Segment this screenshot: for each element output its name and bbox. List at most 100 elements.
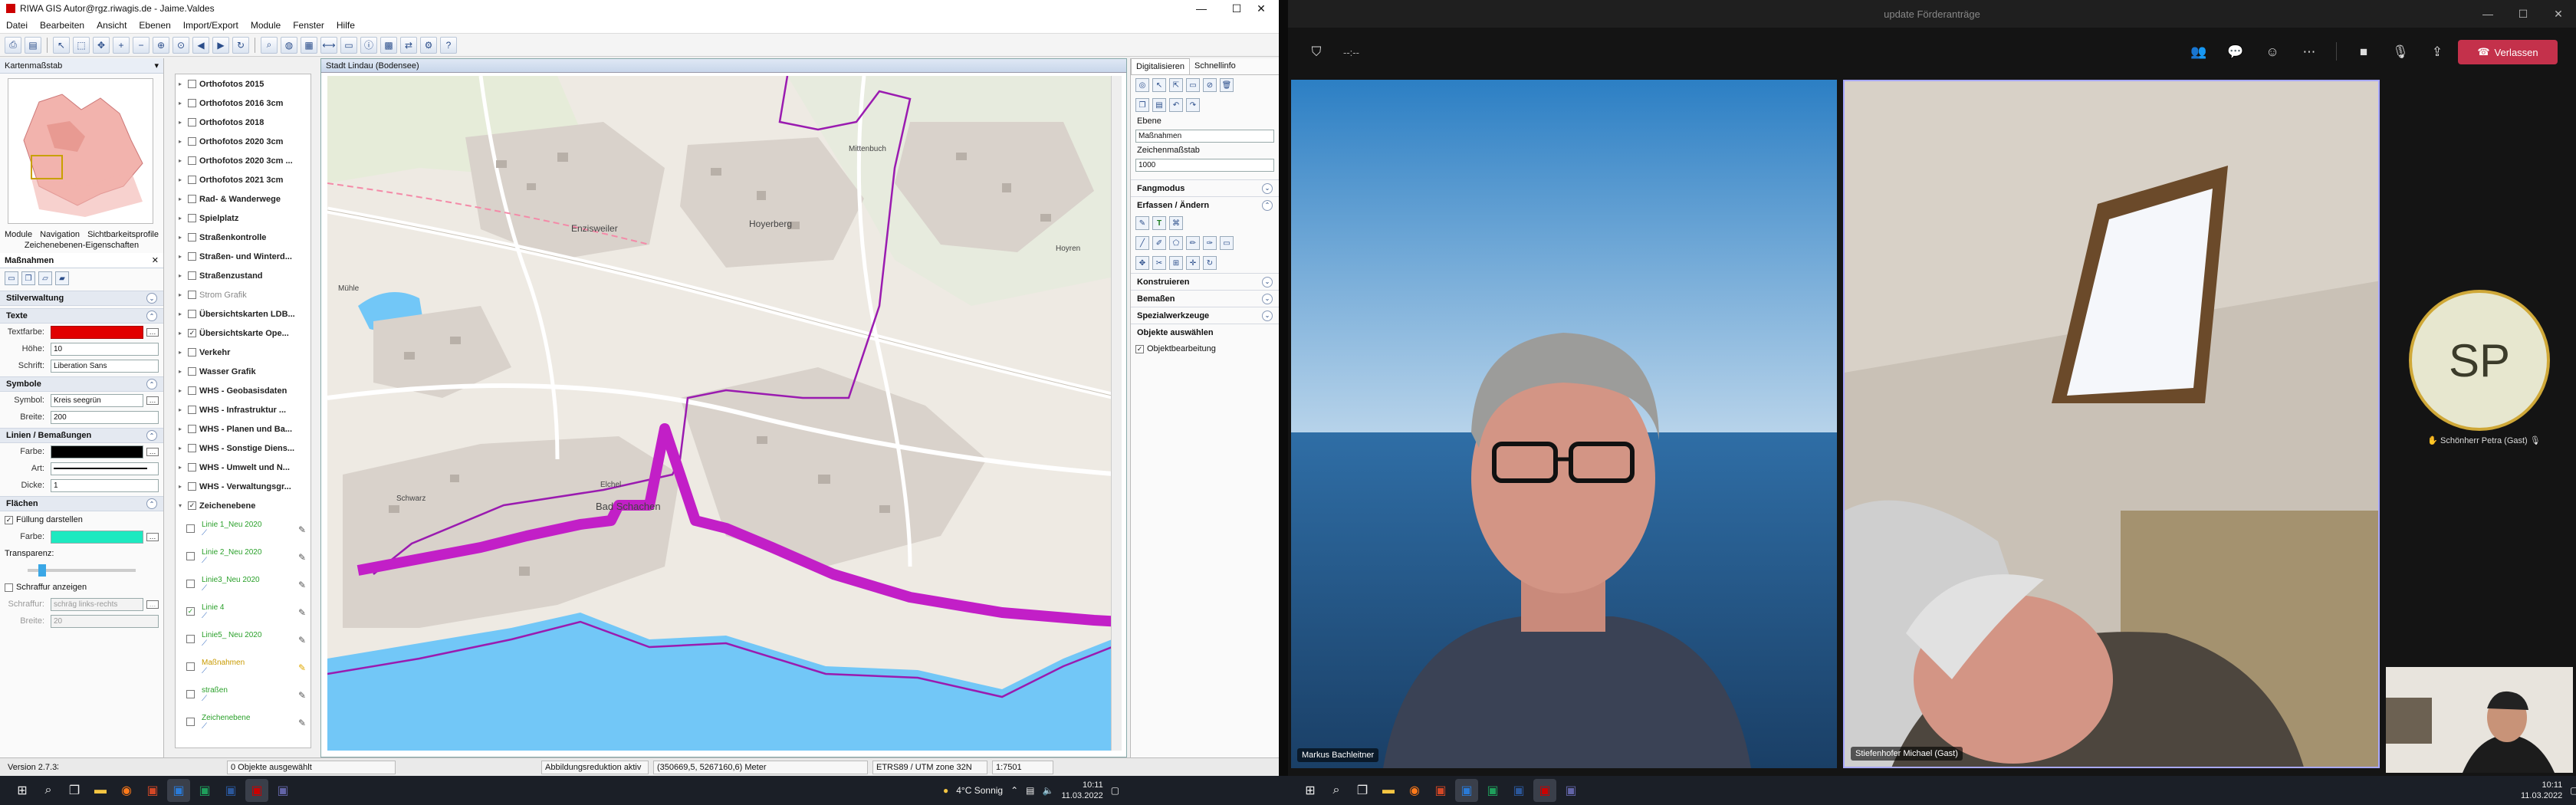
pan-icon[interactable]: ✥ — [93, 36, 110, 54]
layer-checkbox[interactable] — [188, 425, 196, 433]
tab-navigation[interactable]: Navigation — [40, 230, 80, 239]
search-icon[interactable]: ⌕ — [37, 779, 60, 802]
zoom-full-icon[interactable]: ⊙ — [172, 36, 189, 54]
task-view-icon[interactable]: ❐ — [1351, 779, 1374, 802]
riwa-gis-icon[interactable]: ▣ — [1533, 779, 1556, 802]
select-arrow-icon[interactable]: ↖ — [1152, 78, 1166, 92]
section-flaechen[interactable]: Flächen ⌃ — [0, 496, 163, 511]
overview-map[interactable] — [8, 78, 153, 224]
sub-layer-checkbox[interactable] — [186, 690, 195, 698]
layer-item[interactable]: ▸ Orthofotos 2018 — [176, 113, 310, 132]
object-edit-checkbox[interactable]: ✓ — [1135, 344, 1144, 353]
ruler-icon[interactable]: ▭ — [340, 36, 357, 54]
settings-icon[interactable]: ⚙ — [420, 36, 437, 54]
chevron-up-icon[interactable]: ⌃ — [146, 310, 157, 321]
edit-pencil-icon[interactable]: ✎ — [298, 662, 306, 673]
section-objekte-auswaehlen[interactable]: Objekte auswählen — [1131, 324, 1279, 340]
chevron-up-icon[interactable]: ⌃ — [146, 498, 157, 509]
expand-right-icon[interactable]: ▸ — [179, 272, 185, 279]
delete-icon[interactable]: 🗑 — [1220, 78, 1234, 92]
expand-right-icon[interactable]: ▸ — [179, 253, 185, 260]
chevron-down-icon[interactable]: ⌄ — [1262, 276, 1273, 288]
layer-checkbox[interactable] — [188, 137, 196, 146]
layer-checkbox[interactable] — [188, 214, 196, 222]
outlook-icon[interactable]: ▣ — [1455, 779, 1478, 802]
participants-icon[interactable]: 👥 — [2189, 42, 2209, 62]
symbol-select[interactable]: Kreis seegrün — [51, 393, 143, 407]
deselect-icon[interactable]: ⊘ — [1203, 78, 1217, 92]
share-screen-icon[interactable]: ⇪ — [2427, 42, 2447, 62]
firefox-icon[interactable]: ◉ — [115, 779, 138, 802]
expand-right-icon[interactable]: ▸ — [179, 138, 185, 145]
participant-tile-2[interactable]: Stiefenhofer Michael (Gast) — [1843, 80, 2380, 768]
status-scale[interactable]: 1:7501 — [992, 760, 1053, 774]
refresh-icon[interactable]: ↻ — [232, 36, 249, 54]
expand-right-icon[interactable]: ▸ — [179, 445, 185, 452]
menu-ansicht[interactable]: Ansicht — [97, 20, 127, 31]
layer-checkbox[interactable] — [188, 233, 196, 242]
menu-module[interactable]: Module — [251, 20, 281, 31]
layer-checkbox[interactable] — [188, 271, 196, 280]
expand-right-icon[interactable]: ▸ — [179, 349, 185, 356]
tab-digitalisieren[interactable]: Digitalisieren — [1131, 58, 1190, 74]
color-picker-button[interactable]: … — [146, 327, 159, 337]
chevron-up-icon[interactable]: ⌃ — [1262, 199, 1273, 211]
expand-right-icon[interactable]: ▸ — [179, 291, 185, 298]
layer-checkbox[interactable] — [188, 80, 196, 88]
expand-right-icon[interactable]: ▸ — [179, 426, 185, 432]
rotate-icon[interactable]: ↻ — [1203, 256, 1217, 270]
chat-icon[interactable]: 💬 — [2226, 42, 2246, 62]
word-icon[interactable]: ▣ — [219, 779, 242, 802]
sub-layer-item[interactable]: Linie 1_Neu 2020 ⟋ ✎ — [176, 515, 310, 543]
windows-start-icon[interactable]: ⊞ — [1299, 779, 1322, 802]
sub-layer-item[interactable]: Linie 2_Neu 2020 ⟋ ✎ — [176, 543, 310, 570]
layer-item[interactable]: ▸ ✓ Übersichtskarte Ope... — [176, 324, 310, 343]
tab-module[interactable]: Module — [5, 230, 32, 239]
layer-item[interactable]: ▸ WHS - Infrastruktur ... — [176, 400, 310, 419]
print-icon[interactable]: ⎙ — [5, 36, 21, 54]
layer-item[interactable]: ▸ Strom Grafik — [176, 285, 310, 304]
layer-item[interactable]: ▸ WHS - Umwelt und N... — [176, 458, 310, 477]
map-canvas[interactable]: Enzisweiler Hoyerberg Mittenbuch Hoyren … — [327, 76, 1122, 751]
outlook-icon[interactable]: ▣ — [167, 779, 190, 802]
edit-vertex-icon[interactable]: ✑ — [1203, 236, 1217, 250]
layer-item[interactable]: ▸ Straßenzustand — [176, 266, 310, 285]
chevron-down-icon[interactable]: ⌄ — [1262, 310, 1273, 321]
avatar[interactable]: SP — [2409, 290, 2550, 431]
pointer-icon[interactable]: ↖ — [53, 36, 70, 54]
forward-icon[interactable]: ▶ — [212, 36, 229, 54]
comment-style-icon[interactable]: ▱ — [38, 271, 52, 285]
clock-left[interactable]: 10:11 11.03.2022 — [1061, 780, 1102, 801]
riwa-gis-icon[interactable]: ▣ — [245, 779, 268, 802]
sub-layer-item[interactable]: Maßnahmen ⟋ ✎ — [176, 653, 310, 681]
layer-checkbox[interactable] — [188, 463, 196, 472]
mic-off-icon[interactable]: 🎙 — [2390, 42, 2410, 62]
slider-thumb[interactable] — [38, 564, 47, 577]
close-panel-icon[interactable]: ✕ — [152, 255, 159, 265]
undo-icon[interactable]: ↶ — [1169, 98, 1183, 112]
menu-bearbeiten[interactable]: Bearbeiten — [40, 20, 84, 31]
expand-right-icon[interactable]: ▸ — [179, 157, 185, 164]
edit-polygon-icon[interactable]: ✏ — [1186, 236, 1200, 250]
section-konstruieren[interactable]: Konstruieren ⌄ — [1131, 273, 1279, 290]
layer-checkbox[interactable] — [188, 118, 196, 127]
save-icon[interactable]: ▤ — [25, 36, 41, 54]
edit-pencil-icon[interactable]: ✎ — [298, 524, 306, 535]
delete-style-icon[interactable]: ▰ — [55, 271, 69, 285]
teams-icon[interactable]: ▣ — [1559, 779, 1582, 802]
edit-pencil-icon[interactable]: ✎ — [298, 718, 306, 728]
chevron-down-icon[interactable]: ▾ — [154, 61, 159, 71]
close-icon[interactable]: ✕ — [2541, 0, 2576, 28]
word-icon[interactable]: ▣ — [1507, 779, 1530, 802]
minimize-icon[interactable]: — — [1184, 0, 1219, 17]
map-scale-header[interactable]: Kartenmaßstab ▾ — [0, 58, 163, 74]
multi-select-icon[interactable]: ⇱ — [1169, 78, 1183, 92]
layer-item[interactable]: ▸ WHS - Sonstige Diens... — [176, 439, 310, 458]
map-scrollbar[interactable] — [1111, 76, 1122, 751]
expand-right-icon[interactable]: ▸ — [179, 215, 185, 222]
camera-icon[interactable]: ■ — [2354, 42, 2374, 62]
firefox-icon[interactable]: ◉ — [1403, 779, 1426, 802]
sub-layer-checkbox[interactable] — [186, 718, 195, 726]
layer-checkbox[interactable] — [188, 444, 196, 452]
expand-right-icon[interactable]: ▸ — [179, 176, 185, 183]
